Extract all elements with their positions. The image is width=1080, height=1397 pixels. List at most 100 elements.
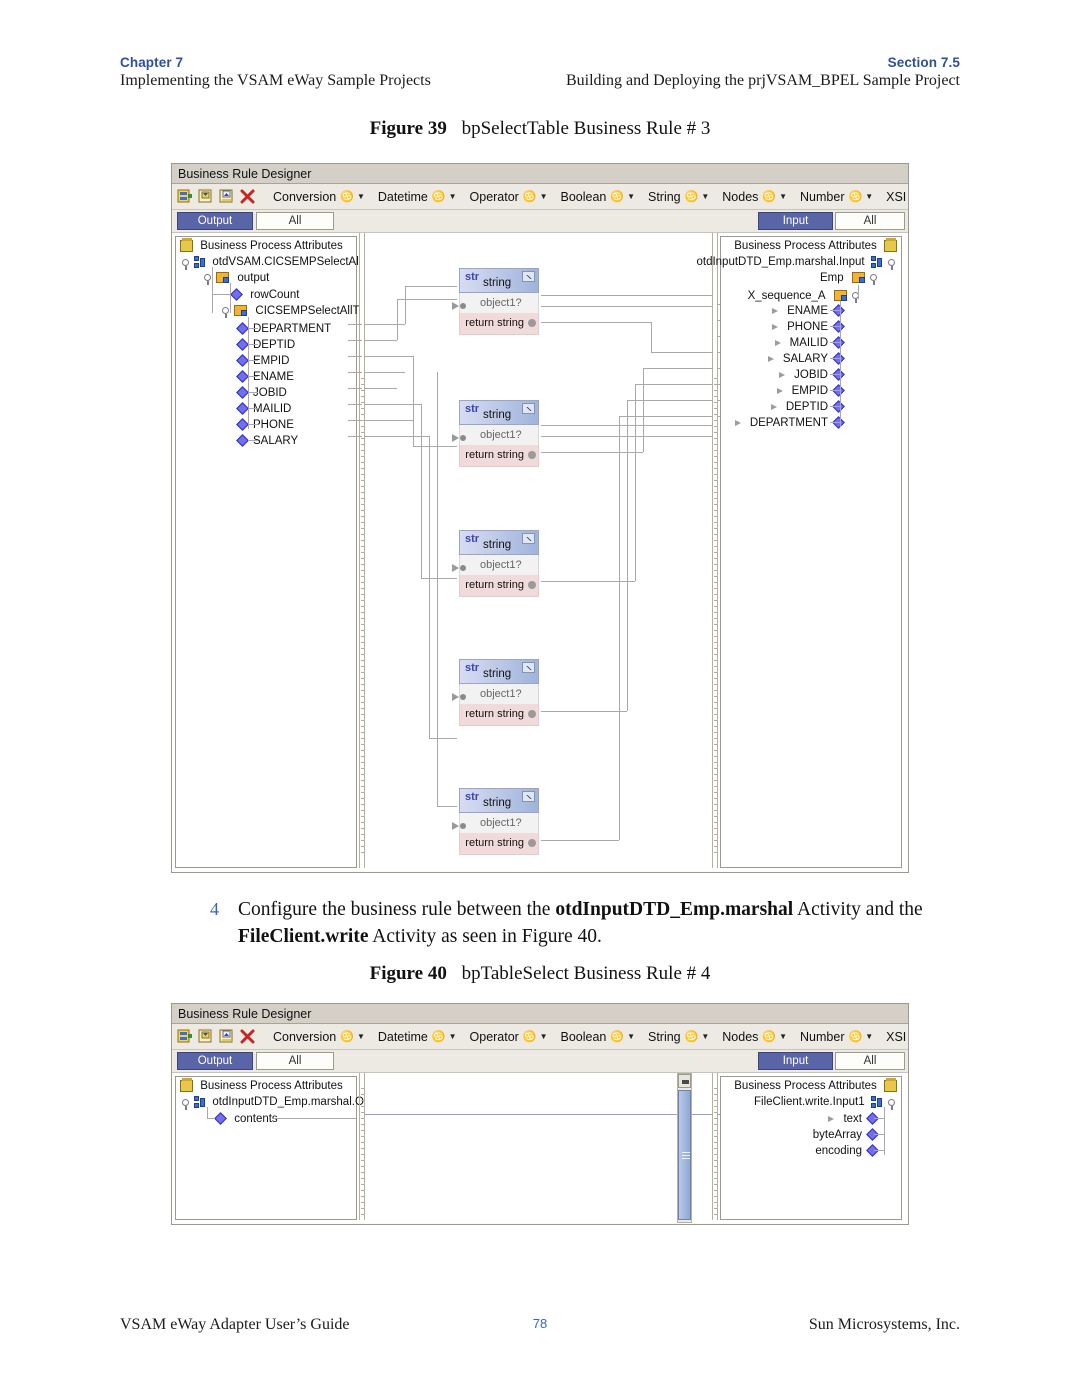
tree-field-row[interactable]: DEPARTMENT xyxy=(734,416,845,430)
tab-output-all-40[interactable]: All xyxy=(256,1052,334,1070)
toolbar-menu-string[interactable]: String ♋ ▼ xyxy=(648,190,718,204)
toolbar-menu-boolean[interactable]: Boolean ♋ ▼ xyxy=(560,1030,644,1044)
paste-rule-icon[interactable] xyxy=(218,1028,236,1045)
tree-field-row[interactable]: contents xyxy=(214,1112,278,1126)
toolbar-menu-nodes[interactable]: Nodes ♋ ▼ xyxy=(722,190,796,204)
tree-field-row[interactable]: DEPTID xyxy=(236,338,295,352)
input-port-icon[interactable] xyxy=(452,430,468,442)
collapse-icon[interactable] xyxy=(522,791,535,802)
chevron-down-icon[interactable]: ▼ xyxy=(701,192,709,201)
tree-field-row[interactable]: ENAME xyxy=(772,304,845,318)
chevron-down-icon[interactable]: ▼ xyxy=(779,1032,787,1041)
tree-field-row[interactable]: JOBID xyxy=(236,386,287,400)
toolbar-menu-datetime[interactable]: Datetime ♋ ▼ xyxy=(378,1030,466,1044)
chevron-down-icon[interactable]: ▼ xyxy=(357,192,365,201)
toolbar-menu-conversion[interactable]: Conversion ♋ ▼ xyxy=(273,190,374,204)
function-node-input[interactable]: object1? xyxy=(452,425,539,445)
copy-rule-icon[interactable] xyxy=(197,188,215,205)
output-port-icon[interactable] xyxy=(528,319,536,327)
delete-rule-icon[interactable] xyxy=(239,1028,257,1045)
toolbar-menu-xsi[interactable]: XSI xyxy=(886,190,910,204)
function-node-input[interactable]: object1? xyxy=(452,813,539,833)
paste-rule-icon[interactable] xyxy=(218,188,236,205)
toolbar-menu-datetime[interactable]: Datetime ♋ ▼ xyxy=(378,190,466,204)
tab-input-all-39[interactable]: All xyxy=(835,212,905,230)
input-tree-pane-39[interactable]: Business Process Attributes otdInputDTD_… xyxy=(696,236,902,868)
function-node-string-1[interactable]: str string object1? return string xyxy=(452,268,539,335)
tree-node-fileclient-write-input1[interactable]: FileClient.write.Input1 xyxy=(754,1096,897,1110)
tree-node-emp[interactable]: Emp xyxy=(820,272,879,286)
tree-field-row[interactable]: SALARY xyxy=(236,434,298,448)
tree-root-39-right[interactable]: Business Process Attributes xyxy=(734,238,897,252)
tab-output-all-39[interactable]: All xyxy=(256,212,334,230)
toolbar-menu-xsi[interactable]: XSI xyxy=(886,1030,910,1044)
expand-toggle-icon[interactable] xyxy=(886,1097,897,1110)
toolbar-menu-boolean[interactable]: Boolean ♋ ▼ xyxy=(560,190,644,204)
function-node-input[interactable]: object1? xyxy=(452,684,539,704)
copy-rule-icon[interactable] xyxy=(197,1028,215,1045)
collapse-icon[interactable] xyxy=(522,271,535,282)
tab-input-39[interactable]: Input xyxy=(758,212,833,230)
tree-field-row[interactable]: JOBID xyxy=(779,368,845,382)
chevron-down-icon[interactable]: ▼ xyxy=(357,1032,365,1041)
tree-node-x-sequence-a[interactable]: X_sequence_A xyxy=(748,290,861,304)
collapse-icon[interactable] xyxy=(522,403,535,414)
output-tree-pane-39[interactable]: Business Process Attributes otdVSAM.CICS… xyxy=(175,236,360,868)
function-node-string-3[interactable]: str string object1? return string xyxy=(452,530,539,597)
chevron-down-icon[interactable]: ▼ xyxy=(627,192,635,201)
chevron-down-icon[interactable]: ▼ xyxy=(779,192,787,201)
function-node-string-5[interactable]: str string object1? return string xyxy=(452,788,539,855)
function-node-output[interactable]: return string xyxy=(459,445,539,467)
function-node-input[interactable]: object1? xyxy=(452,555,539,575)
tree-field-row[interactable]: text xyxy=(828,1112,879,1126)
input-port-icon[interactable] xyxy=(452,560,468,572)
toolbar-menu-conversion[interactable]: Conversion ♋ ▼ xyxy=(273,1030,374,1044)
new-rule-icon[interactable] xyxy=(176,1028,194,1045)
function-node-output[interactable]: return string xyxy=(459,575,539,597)
toolbar-menu-operator[interactable]: Operator ♋ ▼ xyxy=(470,1030,557,1044)
tree-field-row[interactable]: SALARY xyxy=(767,352,845,366)
tree-root-39-left[interactable]: Business Process Attributes xyxy=(180,238,343,252)
tree-field-row[interactable]: ENAME xyxy=(236,370,294,384)
toolbar-menu-operator[interactable]: Operator ♋ ▼ xyxy=(470,190,557,204)
chevron-down-icon[interactable]: ▼ xyxy=(865,192,873,201)
input-tree-pane-40[interactable]: Business Process Attributes FileClient.w… xyxy=(720,1076,902,1220)
expand-toggle-icon[interactable] xyxy=(850,290,861,304)
tree-root-40-right[interactable]: Business Process Attributes xyxy=(734,1078,897,1092)
tab-input-all-40[interactable]: All xyxy=(835,1052,905,1070)
expand-toggle-icon[interactable] xyxy=(180,257,191,270)
tree-field-row[interactable]: encoding xyxy=(809,1144,879,1158)
input-port-icon[interactable] xyxy=(452,818,468,830)
tree-field-row[interactable]: PHONE xyxy=(772,320,845,334)
input-port-icon[interactable] xyxy=(452,298,468,310)
chevron-down-icon[interactable]: ▼ xyxy=(865,1032,873,1041)
output-port-icon[interactable] xyxy=(528,451,536,459)
expand-toggle-icon[interactable] xyxy=(886,257,897,270)
canvas-scrollbar-40[interactable] xyxy=(677,1073,692,1223)
tree-field-row[interactable]: MAILID xyxy=(236,402,291,416)
chevron-down-icon[interactable]: ▼ xyxy=(449,1032,457,1041)
chevron-down-icon[interactable]: ▼ xyxy=(627,1032,635,1041)
tab-output-40[interactable]: Output xyxy=(177,1052,253,1070)
tree-field-row[interactable]: DEPTID xyxy=(770,400,845,414)
toolbar-menu-number[interactable]: Number ♋ ▼ xyxy=(800,190,882,204)
tree-field-row[interactable]: DEPARTMENT xyxy=(236,322,331,336)
toolbar-menu-string[interactable]: String ♋ ▼ xyxy=(648,1030,718,1044)
function-node-string-4[interactable]: str string object1? return string xyxy=(452,659,539,726)
tab-input-40[interactable]: Input xyxy=(758,1052,833,1070)
tree-node-cicsempselectallt[interactable]: CICSEMPSelectAllT xyxy=(220,305,360,319)
output-tree-pane-40[interactable]: Business Process Attributes otdInputDTD_… xyxy=(175,1076,364,1220)
tree-root-40-left[interactable]: Business Process Attributes xyxy=(180,1078,343,1092)
chevron-down-icon[interactable]: ▼ xyxy=(540,1032,548,1041)
output-port-icon[interactable] xyxy=(528,581,536,589)
tree-node-rowcount[interactable]: rowCount xyxy=(230,288,299,302)
expand-toggle-icon[interactable] xyxy=(180,1097,191,1110)
toolbar-menu-number[interactable]: Number ♋ ▼ xyxy=(800,1030,882,1044)
collapse-icon[interactable] xyxy=(522,533,535,544)
collapse-icon[interactable] xyxy=(522,662,535,673)
output-port-icon[interactable] xyxy=(528,710,536,718)
tree-field-row[interactable]: PHONE xyxy=(236,418,294,432)
function-node-output[interactable]: return string xyxy=(459,313,539,335)
function-node-input[interactable]: object1? xyxy=(452,293,539,313)
tree-node-otdvsam[interactable]: otdVSAM.CICSEMPSelectAl xyxy=(180,256,359,270)
